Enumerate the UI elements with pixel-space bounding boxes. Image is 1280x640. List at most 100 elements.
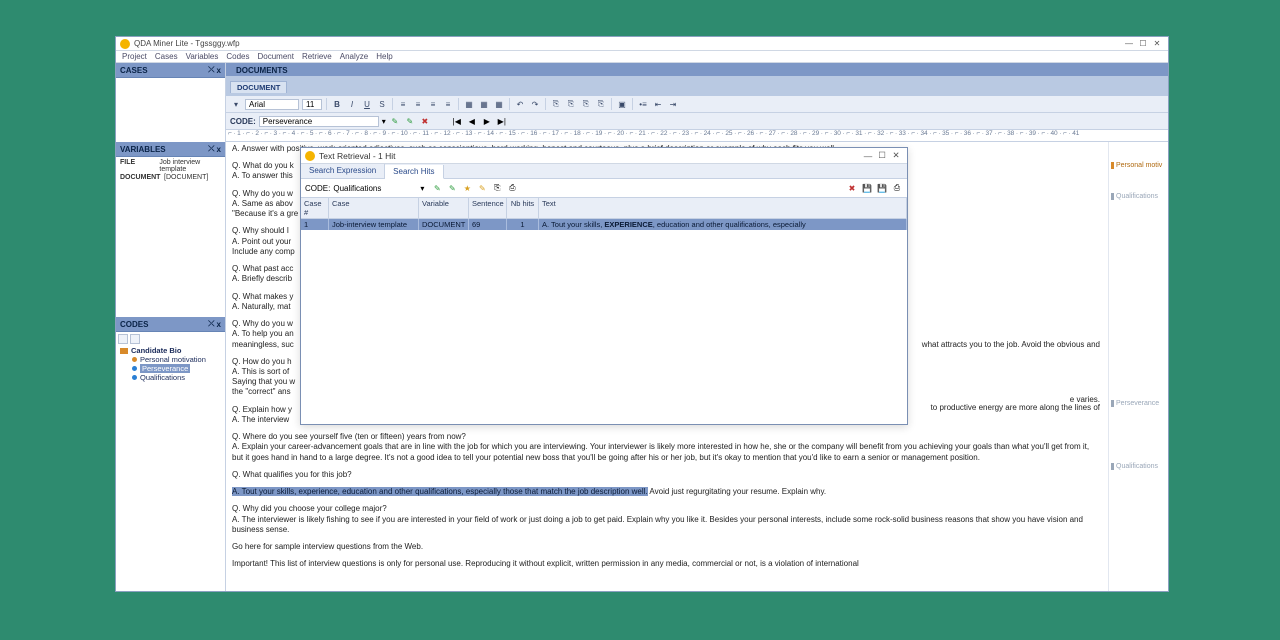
pin-icon[interactable]: ⤫ — [208, 144, 214, 154]
strike-button[interactable]: S — [376, 98, 388, 110]
nav-next-button[interactable]: ▶ — [481, 115, 493, 127]
col-text[interactable]: Text — [539, 198, 907, 218]
code-marker[interactable]: Qualifications — [1111, 193, 1166, 200]
doc-paragraph: A. Tout your skills, experience, educati… — [232, 487, 1102, 497]
italic-button[interactable]: I — [346, 98, 358, 110]
col-case[interactable]: Case — [329, 198, 419, 218]
list-bullets-button[interactable]: •≡ — [637, 98, 649, 110]
close-button[interactable]: ✕ — [889, 150, 903, 161]
nav-last-button[interactable]: ▶| — [496, 115, 508, 127]
apply-code-button[interactable]: ✎ — [446, 182, 458, 194]
align-right-button[interactable]: ≡ — [427, 98, 439, 110]
toolbar-button[interactable]: ⎘ — [595, 98, 607, 110]
bold-button[interactable]: B — [331, 98, 343, 110]
variables-panel-body: FILE Job interview template DOCUMENT [DO… — [116, 157, 225, 317]
menu-variables[interactable]: Variables — [186, 52, 219, 61]
apply-code-button[interactable]: ✎ — [404, 115, 416, 127]
tag-button[interactable]: ★ — [461, 182, 473, 194]
maximize-button[interactable]: ☐ — [875, 150, 889, 161]
menu-cases[interactable]: Cases — [155, 52, 178, 61]
menu-retrieve[interactable]: Retrieve — [302, 52, 332, 61]
results-grid-header: Case # Case Variable Sentence Nb hits Te… — [301, 198, 907, 219]
copy-button[interactable]: ⎘ — [491, 182, 503, 194]
dropdown-icon[interactable]: ▾ — [382, 117, 386, 126]
underline-button[interactable]: U — [361, 98, 373, 110]
toolbar-button[interactable]: ⎘ — [580, 98, 592, 110]
documents-tab[interactable]: DOCUMENTS — [230, 65, 294, 76]
code-tree-item[interactable]: Qualifications — [132, 373, 223, 382]
col-sentence[interactable]: Sentence — [469, 198, 507, 218]
close-icon[interactable]: x — [217, 320, 221, 329]
app-icon — [305, 151, 315, 161]
note-button[interactable]: ✎ — [476, 182, 488, 194]
codes-tool-button[interactable] — [130, 334, 140, 344]
close-icon[interactable]: x — [217, 66, 221, 75]
redo-button[interactable]: ↷ — [529, 98, 541, 110]
dialog-code-input[interactable]: Qualifications — [333, 184, 413, 193]
dropdown-icon[interactable]: ▾ — [416, 182, 428, 194]
codes-panel-header: CODES ⤫ x — [116, 317, 225, 332]
menu-project[interactable]: Project — [122, 52, 147, 61]
toolbar-button[interactable]: ▣ — [616, 98, 628, 110]
cell-case-num: 1 — [301, 219, 329, 230]
results-grid-row[interactable]: 1 Job-interview template DOCUMENT 69 1 A… — [301, 219, 907, 230]
remove-code-button[interactable]: ✖ — [419, 115, 431, 127]
toolbar-button[interactable]: ⎘ — [550, 98, 562, 110]
close-button[interactable]: ✕ — [1150, 39, 1164, 48]
document-label[interactable]: DOCUMENT — [230, 81, 287, 93]
cell-sentence: 69 — [469, 219, 507, 230]
toolbar-button[interactable]: ▦ — [493, 98, 505, 110]
apply-code-button[interactable]: ✎ — [431, 182, 443, 194]
toolbar-button[interactable]: ⎘ — [565, 98, 577, 110]
dropdown-icon[interactable]: ▾ — [230, 98, 242, 110]
print-button[interactable]: ⎙ — [891, 182, 903, 194]
apply-code-button[interactable]: ✎ — [389, 115, 401, 127]
code-tree-item[interactable]: Personal motivation — [132, 355, 223, 364]
col-nb-hits[interactable]: Nb hits — [507, 198, 539, 218]
code-marker[interactable]: Personal motiv — [1111, 162, 1166, 169]
codes-panel-title: CODES — [120, 320, 148, 329]
undo-button[interactable]: ↶ — [514, 98, 526, 110]
toolbar-button[interactable]: ▦ — [463, 98, 475, 110]
minimize-button[interactable]: — — [1122, 39, 1136, 48]
code-marker[interactable]: Qualifications — [1111, 463, 1166, 470]
code-tree-root[interactable]: Candidate Bio — [120, 346, 223, 355]
minimize-button[interactable]: — — [861, 151, 875, 161]
close-icon[interactable]: x — [217, 145, 221, 154]
export-button[interactable]: ⎙ — [506, 182, 518, 194]
variable-label: DOCUMENT — [120, 174, 160, 181]
menu-codes[interactable]: Codes — [226, 52, 249, 61]
toolbar-button[interactable]: ▦ — [478, 98, 490, 110]
nav-prev-button[interactable]: ◀ — [466, 115, 478, 127]
codes-tool-button[interactable] — [118, 334, 128, 344]
tab-search-expression[interactable]: Search Expression — [301, 164, 385, 178]
code-marker[interactable]: Perseverance — [1111, 400, 1166, 407]
save-button[interactable]: 💾 — [876, 182, 888, 194]
indent-button[interactable]: ⇥ — [667, 98, 679, 110]
col-variable[interactable]: Variable — [419, 198, 469, 218]
menu-document[interactable]: Document — [257, 52, 293, 61]
align-left-button[interactable]: ≡ — [397, 98, 409, 110]
code-tree-item-selected[interactable]: Perseverance — [132, 364, 223, 373]
pin-icon[interactable]: ⤫ — [208, 319, 214, 329]
outdent-button[interactable]: ⇤ — [652, 98, 664, 110]
menu-analyze[interactable]: Analyze — [340, 52, 368, 61]
code-bar-input[interactable]: Perseverance — [259, 116, 379, 127]
delete-button[interactable]: ✖ — [846, 182, 858, 194]
doc-paragraph: Go here for sample interview questions f… — [232, 542, 1102, 552]
code-label: Qualifications — [140, 373, 185, 382]
align-justify-button[interactable]: ≡ — [442, 98, 454, 110]
maximize-button[interactable]: ☐ — [1136, 39, 1150, 48]
font-name-select[interactable]: Arial — [245, 99, 299, 110]
cases-panel-body[interactable] — [116, 78, 225, 142]
menu-help[interactable]: Help — [376, 52, 392, 61]
pin-icon[interactable]: ⤫ — [208, 65, 214, 75]
nav-first-button[interactable]: |◀ — [451, 115, 463, 127]
col-case-num[interactable]: Case # — [301, 198, 329, 218]
tab-search-hits[interactable]: Search Hits — [385, 165, 443, 179]
save-button[interactable]: 💾 — [861, 182, 873, 194]
align-center-button[interactable]: ≡ — [412, 98, 424, 110]
editor-toolbar: ▾ Arial 11 B I U S ≡ ≡ ≡ ≡ ▦ ▦ ▦ ↶ ↷ — [226, 96, 1168, 113]
variable-value: Job interview template — [159, 159, 221, 173]
font-size-select[interactable]: 11 — [302, 99, 322, 110]
